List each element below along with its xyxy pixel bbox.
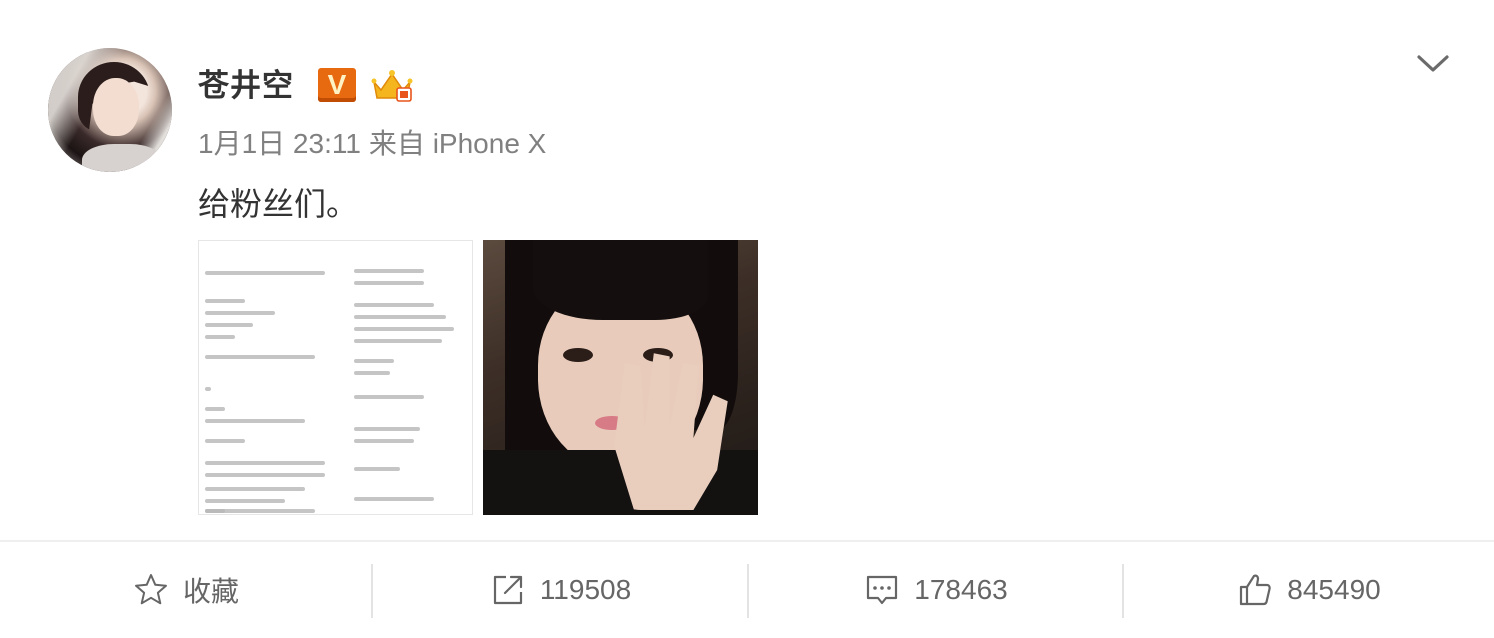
letter-line: [354, 303, 434, 307]
action-bar: 收藏 119508 178463 845490: [0, 542, 1494, 638]
comment-count: 178463: [914, 574, 1008, 605]
letter-line: [205, 419, 305, 423]
letter-line: [205, 299, 245, 303]
letter-line: [354, 269, 424, 273]
letter-line: [205, 387, 211, 391]
letter-line: [354, 339, 442, 343]
post-text: 给粉丝们。: [198, 185, 359, 223]
letter-line: [354, 315, 446, 319]
letter-line: [205, 461, 325, 465]
verified-v-icon[interactable]: V: [318, 68, 356, 102]
letter-line: [205, 499, 285, 503]
letter-line: [354, 327, 454, 331]
letter-line: [205, 311, 275, 315]
vip-crown-icon[interactable]: [370, 68, 414, 104]
letter-line: [354, 371, 390, 375]
post-meta: 1月1日 23:11 来自 iPhone X: [198, 124, 554, 164]
letter-line: [205, 323, 253, 327]
like-button[interactable]: 845490: [1124, 542, 1494, 638]
favorite-label: 收藏: [182, 575, 239, 608]
repost-count: 119508: [539, 574, 632, 605]
letter-line: [205, 487, 305, 491]
letter-line: [354, 467, 400, 471]
letter-line: [354, 439, 414, 443]
like-count: 845490: [1287, 574, 1381, 605]
letter-line: [354, 359, 394, 363]
letter-line: [354, 427, 420, 431]
star-icon: [134, 574, 167, 605]
weibo-post-card: 苍井空 V 1月1日 23:11 来自 iPhone X 给粉丝们。 收藏 11…: [0, 0, 1494, 638]
comment-icon: [867, 575, 898, 605]
user-avatar[interactable]: [48, 48, 172, 172]
post-source[interactable]: 来自 iPhone X: [369, 128, 546, 159]
post-image-letter[interactable]: [198, 240, 473, 515]
letter-line: [205, 439, 245, 443]
post-timestamp[interactable]: 1月1日 23:11: [198, 128, 361, 159]
username-link[interactable]: 苍井空: [198, 64, 294, 108]
repost-button[interactable]: 119508: [373, 542, 748, 638]
letter-line: [205, 473, 325, 477]
letter-line: [205, 509, 315, 513]
chevron-down-icon[interactable]: [1414, 48, 1452, 76]
letter-line: [354, 281, 424, 285]
letter-line: [205, 355, 315, 359]
thumbs-up-icon: [1240, 574, 1271, 606]
letter-line: [354, 395, 424, 399]
favorite-button[interactable]: 收藏: [0, 542, 372, 638]
repost-icon: [493, 575, 522, 605]
letter-line: [354, 497, 434, 501]
letter-line: [205, 407, 225, 411]
letter-line: [205, 271, 325, 275]
letter-line: [205, 335, 235, 339]
comment-button[interactable]: 178463: [749, 542, 1123, 638]
post-image-selfie[interactable]: [483, 240, 758, 515]
